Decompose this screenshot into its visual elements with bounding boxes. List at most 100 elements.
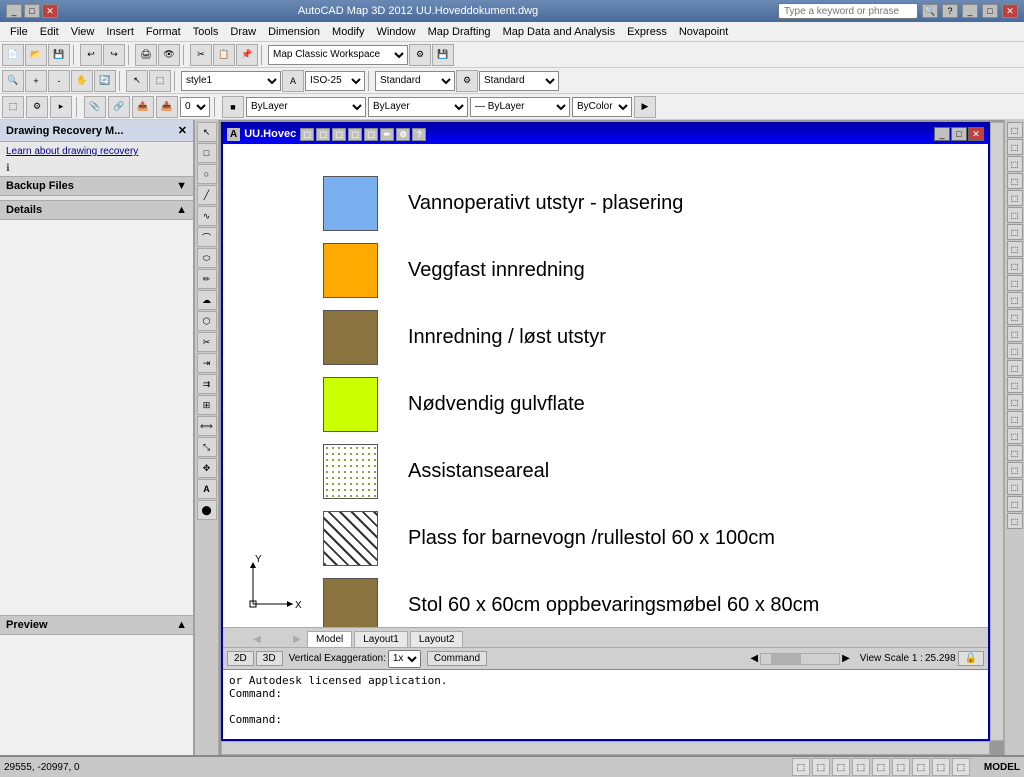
- undo-button[interactable]: ↩: [80, 44, 102, 66]
- style-combo[interactable]: style1: [181, 71, 281, 91]
- xref2-btn[interactable]: 📤: [132, 96, 154, 118]
- right-tool-1[interactable]: ⬚: [1007, 122, 1023, 138]
- tool-scale[interactable]: ⤡: [197, 437, 217, 457]
- app-restore-button[interactable]: □: [982, 4, 998, 18]
- select-btn[interactable]: ↖: [126, 70, 148, 92]
- tool-rect[interactable]: □: [197, 143, 217, 163]
- copy-button[interactable]: 📋: [213, 44, 235, 66]
- paste-button[interactable]: 📌: [236, 44, 258, 66]
- tool-hatch[interactable]: ⬤: [197, 500, 217, 520]
- menu-file[interactable]: File: [4, 24, 34, 40]
- tool-arrow[interactable]: ↖: [197, 122, 217, 142]
- right-tool-7[interactable]: ⬚: [1007, 224, 1023, 240]
- right-tool-23[interactable]: ⬚: [1007, 496, 1023, 512]
- menu-modify[interactable]: Modify: [326, 24, 370, 40]
- layer-btn[interactable]: ⬚: [2, 96, 24, 118]
- layer-extra-btn[interactable]: ▸: [50, 96, 72, 118]
- right-tool-18[interactable]: ⬚: [1007, 411, 1023, 427]
- xref3-btn[interactable]: 📥: [156, 96, 178, 118]
- tool-offset[interactable]: ⇉: [197, 374, 217, 394]
- iw-icon-5[interactable]: ⬚: [364, 128, 378, 141]
- tab-layout1[interactable]: Layout1: [354, 631, 408, 647]
- new-button[interactable]: 📄: [2, 44, 24, 66]
- tool-circle[interactable]: ○: [197, 164, 217, 184]
- iw-icon-3[interactable]: ⬚: [332, 128, 346, 141]
- preview-header[interactable]: Preview ▲: [0, 615, 193, 635]
- iw-minimize-btn[interactable]: _: [934, 127, 950, 141]
- workspace-combo[interactable]: Map Classic Workspace: [268, 45, 408, 65]
- menu-dimension[interactable]: Dimension: [262, 24, 326, 40]
- tool-freehand[interactable]: ✏: [197, 269, 217, 289]
- tool-region[interactable]: ⬡: [197, 311, 217, 331]
- inner-window-hscroll[interactable]: [221, 741, 990, 755]
- backup-files-header[interactable]: Backup Files ▼: [0, 176, 193, 196]
- scroll-left-h[interactable]: ◀: [750, 653, 758, 664]
- right-tool-12[interactable]: ⬚: [1007, 309, 1023, 325]
- iw-icon-7[interactable]: ⚙: [396, 128, 410, 141]
- tool-trim[interactable]: ✂: [197, 332, 217, 352]
- iw-close-btn[interactable]: ✕: [968, 127, 984, 141]
- save-button[interactable]: 💾: [48, 44, 70, 66]
- tool-text[interactable]: A: [197, 479, 217, 499]
- right-tool-11[interactable]: ⬚: [1007, 292, 1023, 308]
- settings-button[interactable]: ⚙: [409, 44, 431, 66]
- right-tool-14[interactable]: ⬚: [1007, 343, 1023, 359]
- right-tool-6[interactable]: ⬚: [1007, 207, 1023, 223]
- right-tool-5[interactable]: ⬚: [1007, 190, 1023, 206]
- menu-map-drafting[interactable]: Map Drafting: [422, 24, 497, 40]
- tool-arc[interactable]: ⌒: [197, 227, 217, 247]
- close-button[interactable]: ✕: [42, 4, 58, 18]
- restore-button[interactable]: □: [24, 4, 40, 18]
- tab-model[interactable]: Model: [307, 631, 352, 647]
- open-button[interactable]: 📂: [25, 44, 47, 66]
- layer-settings-btn[interactable]: ⚙: [26, 96, 48, 118]
- tool-polyline[interactable]: ∿: [197, 206, 217, 226]
- xref-btn[interactable]: 🔗: [108, 96, 130, 118]
- qselect-btn[interactable]: ⬚: [149, 70, 171, 92]
- menu-insert[interactable]: Insert: [100, 24, 140, 40]
- snap-btn-2[interactable]: ⬚: [812, 758, 830, 776]
- right-tool-17[interactable]: ⬚: [1007, 394, 1023, 410]
- redo-button[interactable]: ↪: [103, 44, 125, 66]
- details-header[interactable]: Details ▲: [0, 200, 193, 220]
- extra-btn1[interactable]: ▶: [634, 96, 656, 118]
- right-tool-24[interactable]: ⬚: [1007, 513, 1023, 529]
- zero-combo[interactable]: 0: [180, 97, 210, 117]
- menu-edit[interactable]: Edit: [34, 24, 65, 40]
- h-scrollbar[interactable]: [760, 653, 840, 665]
- tool-ellipse[interactable]: ⬭: [197, 248, 217, 268]
- scroll-right-btn[interactable]: ▶: [289, 631, 305, 647]
- bylayer-combo1[interactable]: ByLayer: [246, 97, 366, 117]
- right-tool-9[interactable]: ⬚: [1007, 258, 1023, 274]
- app-close-button[interactable]: ✕: [1002, 4, 1018, 18]
- tool-array[interactable]: ⊞: [197, 395, 217, 415]
- right-tool-16[interactable]: ⬚: [1007, 377, 1023, 393]
- right-tool-3[interactable]: ⬚: [1007, 156, 1023, 172]
- pan-btn[interactable]: ✋: [71, 70, 93, 92]
- menu-express[interactable]: Express: [621, 24, 673, 40]
- help-button[interactable]: ?: [942, 4, 958, 18]
- btn-3d[interactable]: 3D: [256, 651, 283, 666]
- right-tool-4[interactable]: ⬚: [1007, 173, 1023, 189]
- match-button[interactable]: ✂: [190, 44, 212, 66]
- tool-mirror[interactable]: ⟺: [197, 416, 217, 436]
- tool-cloud[interactable]: ☁: [197, 290, 217, 310]
- lock-btn[interactable]: 🔒: [958, 651, 984, 666]
- tab-layout2[interactable]: Layout2: [410, 631, 464, 647]
- iw-icon-8[interactable]: ?: [412, 128, 426, 141]
- scroll-right-h[interactable]: ▶: [842, 653, 850, 664]
- minimize-button[interactable]: _: [6, 4, 22, 18]
- right-tool-10[interactable]: ⬚: [1007, 275, 1023, 291]
- menu-novapoint[interactable]: Novapoint: [673, 24, 735, 40]
- menu-view[interactable]: View: [65, 24, 101, 40]
- zoom-in-btn[interactable]: +: [25, 70, 47, 92]
- iw-icon-2[interactable]: ⬚: [316, 128, 330, 141]
- collapse-icon[interactable]: ✕: [178, 124, 187, 137]
- app-minimize-button[interactable]: _: [962, 4, 978, 18]
- inner-window-vscroll[interactable]: [990, 122, 1004, 741]
- snap-btn-3[interactable]: ⬚: [832, 758, 850, 776]
- command-btn[interactable]: Command: [427, 651, 487, 666]
- menu-format[interactable]: Format: [140, 24, 187, 40]
- iw-icon-4[interactable]: ⬚: [348, 128, 362, 141]
- bycolor-combo[interactable]: ByColor: [572, 97, 632, 117]
